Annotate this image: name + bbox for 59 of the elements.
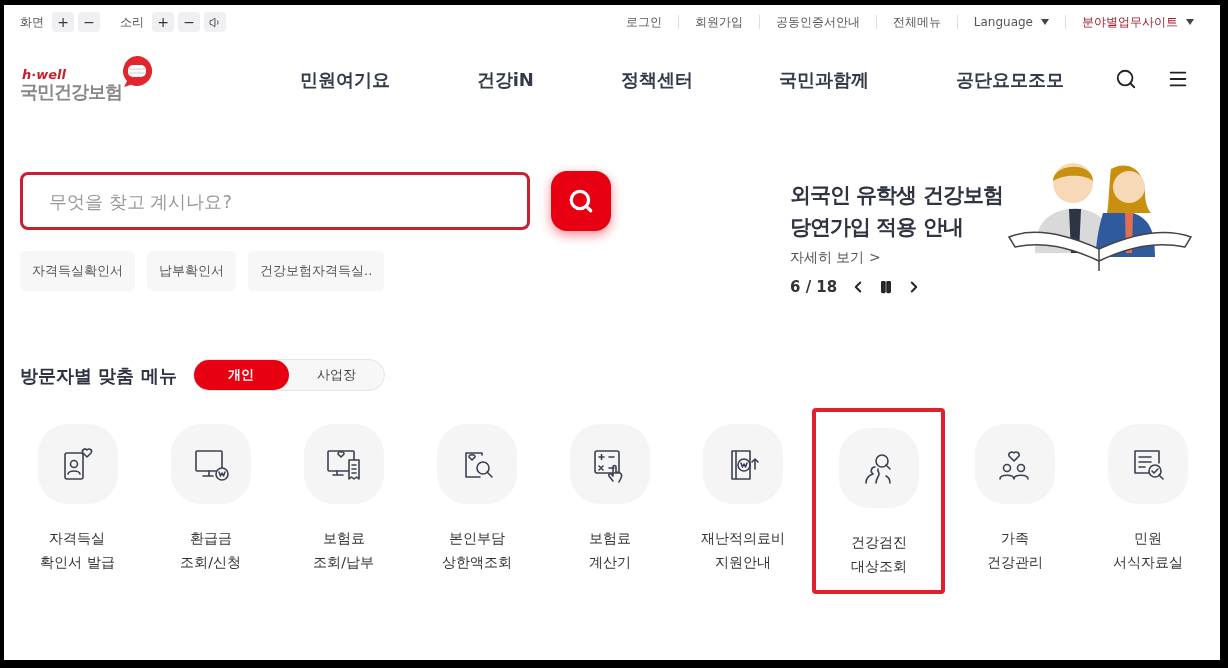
quick-menu-label: 보험료 계산기 bbox=[588, 529, 631, 572]
quick-menu-label: 환급금 조회/신청 bbox=[180, 529, 241, 572]
quick-menu-label: 재난적의료비 지원안내 bbox=[700, 529, 785, 572]
speaker-icon bbox=[208, 15, 222, 29]
quick-menu-label: 가족 건강관리 bbox=[986, 529, 1043, 572]
logo-tagline: h·well bbox=[22, 68, 67, 82]
search-icon bbox=[568, 188, 594, 214]
volume-up-button[interactable]: + bbox=[152, 12, 174, 32]
keyword-chip[interactable]: 납부확인서 bbox=[147, 251, 236, 291]
nav-menu-item[interactable]: 건강iN bbox=[476, 65, 534, 93]
quick-menu-label: 보험료 조회/납부 bbox=[313, 529, 374, 572]
top-link[interactable]: 회원가입 bbox=[694, 13, 743, 31]
quick-menu-label: 건강검진 대상조회 bbox=[850, 533, 907, 576]
quick-menu-item[interactable]: 보험료 조회/납부 bbox=[277, 408, 410, 594]
caret-icon bbox=[1186, 19, 1194, 25]
top-link[interactable]: 공동인증서안내 bbox=[775, 13, 860, 31]
sound-label: 소리 bbox=[120, 14, 144, 31]
screen-size-label: 화면 bbox=[20, 14, 44, 31]
visitor-type-tab[interactable]: 개인 bbox=[193, 360, 289, 390]
quick-menu-item[interactable]: 환급금 조회/신청 bbox=[144, 408, 277, 594]
quick-menu-item[interactable]: 재난적의료비 지원안내 bbox=[676, 408, 809, 594]
nav-menu-item[interactable]: 민원여기요 bbox=[300, 65, 390, 93]
pause-icon bbox=[879, 280, 894, 295]
nav-menu-item[interactable]: 국민과함께 bbox=[779, 65, 870, 93]
search-icon bbox=[1115, 68, 1137, 90]
slide-counter: 6 / 18 bbox=[790, 277, 838, 298]
quick-menu-label: 본인부담 상한액조회 bbox=[441, 529, 512, 572]
search-field[interactable]: 무엇을 찾고 계시나요? bbox=[20, 172, 530, 230]
quick-menu-item[interactable]: 본인부담 상한액조회 bbox=[410, 408, 543, 594]
section-title: 방문자별 맞춤 메뉴 bbox=[20, 363, 177, 388]
dropdown-link[interactable]: 분야별업무사이트 bbox=[1082, 13, 1194, 31]
nav-menu-item[interactable]: 공단요모조모 bbox=[956, 65, 1064, 93]
caret-icon bbox=[1041, 19, 1049, 25]
keyword-chip[interactable]: 건강보험자격득실.. bbox=[248, 251, 385, 291]
top-link[interactable]: 전체메뉴 bbox=[892, 13, 941, 31]
speaker-button[interactable] bbox=[204, 12, 226, 32]
quick-menu-item[interactable]: 건강검진 대상조회 bbox=[812, 408, 945, 594]
quick-menu-item[interactable]: 가족 건강관리 bbox=[948, 408, 1081, 594]
site-logo[interactable]: h·well 국민건강보험 bbox=[20, 54, 180, 104]
quick-menu-label: 자격득실 확인서 발급 bbox=[40, 529, 115, 572]
quick-menu-item[interactable]: 민원 서식자료실 bbox=[1081, 408, 1214, 594]
search-button[interactable] bbox=[1114, 67, 1138, 91]
banner-more-link[interactable]: 자세히 보기 > bbox=[790, 247, 1003, 268]
volume-down-button[interactable]: − bbox=[178, 12, 200, 32]
search-submit-button[interactable] bbox=[551, 171, 611, 231]
quick-menu-item[interactable]: 자격득실 확인서 발급 bbox=[11, 408, 144, 594]
visitor-type-tab[interactable]: 사업장 bbox=[288, 360, 384, 390]
banner-title: 외국인 유학생 건강보험 당연가입 적용 안내 bbox=[790, 182, 1003, 241]
top-link[interactable]: 로그인 bbox=[625, 13, 662, 31]
quick-menu-label: 민원 서식자료실 bbox=[1112, 529, 1183, 572]
dropdown-link[interactable]: Language bbox=[973, 13, 1049, 31]
quick-menu-item[interactable]: 보험료 계산기 bbox=[543, 408, 676, 594]
zoom-in-button[interactable]: + bbox=[52, 12, 74, 32]
logo-name: 국민건강보험 bbox=[20, 81, 122, 104]
nav-menu-item[interactable]: 정책센터 bbox=[620, 65, 693, 93]
pause-button[interactable] bbox=[879, 280, 894, 295]
zoom-out-button[interactable]: − bbox=[78, 12, 100, 32]
keyword-chip[interactable]: 자격득실확인서 bbox=[20, 251, 135, 291]
mask-logo-icon bbox=[120, 54, 154, 89]
